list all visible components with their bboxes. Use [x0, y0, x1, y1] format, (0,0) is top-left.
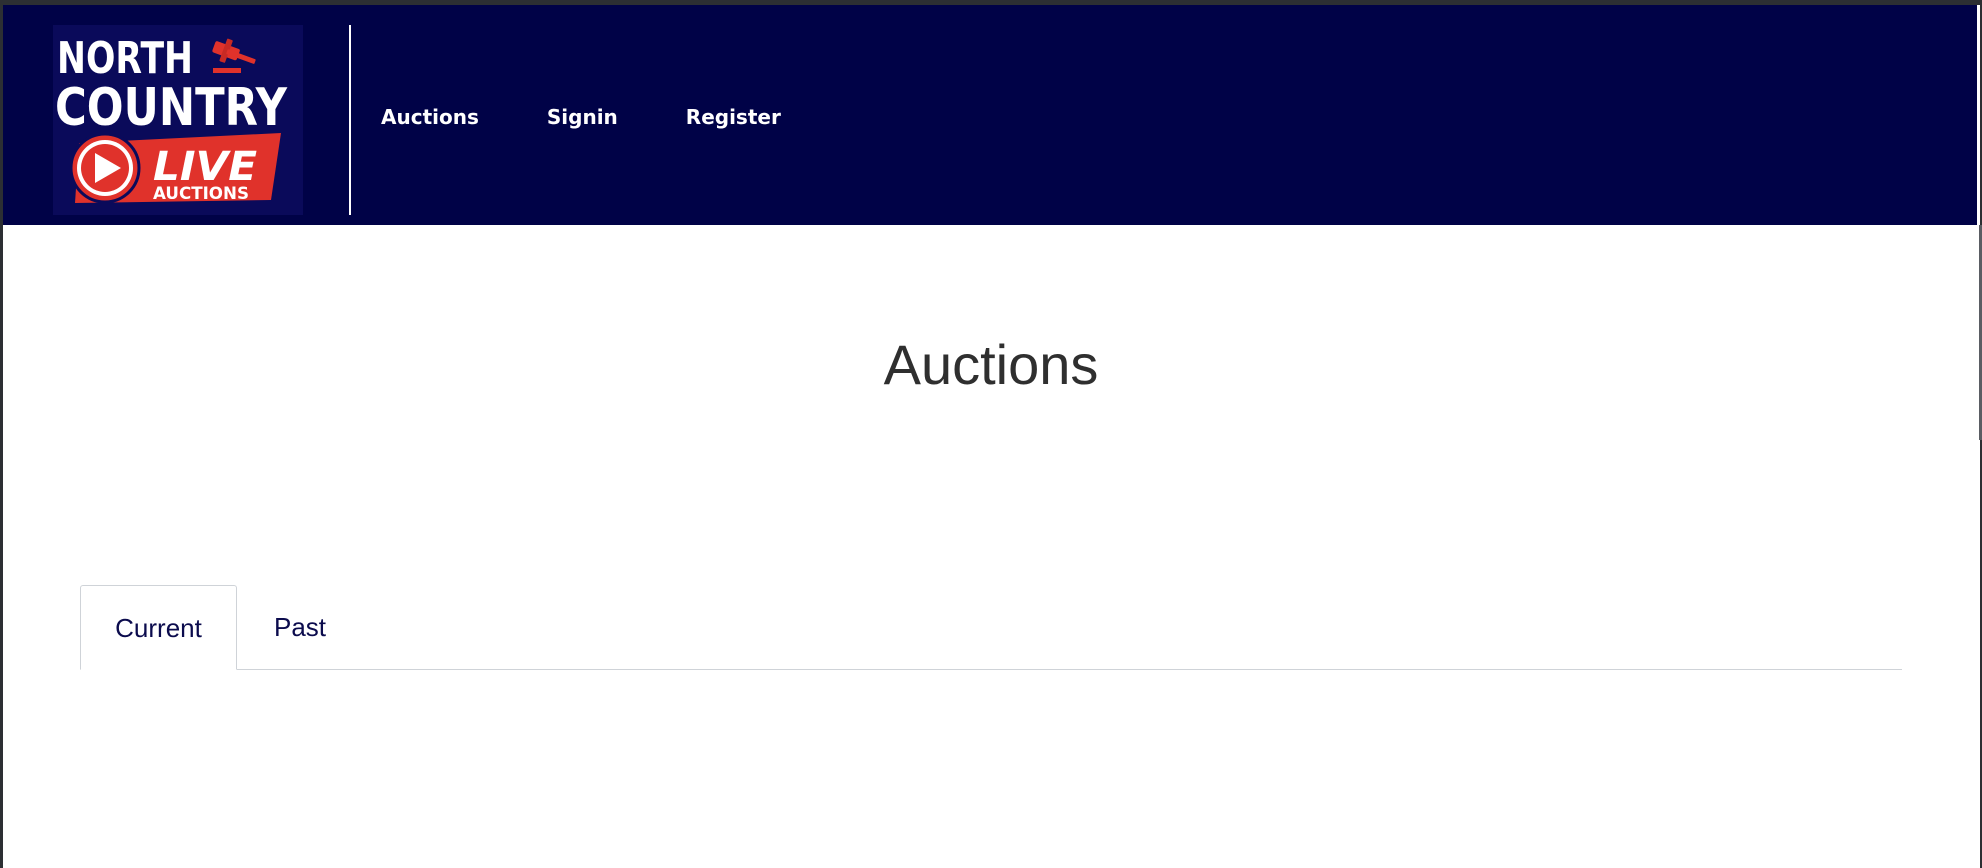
- nav-link-signin[interactable]: Signin: [547, 105, 618, 129]
- svg-text:AUCTIONS: AUCTIONS: [153, 184, 249, 204]
- svg-text:NORTH: NORTH: [57, 33, 193, 84]
- top-navbar: NORTH COUNTRY LIVE AUCTIONS Auctions Sig…: [3, 5, 1977, 225]
- auction-tabs: Current Past: [80, 585, 1902, 670]
- main-nav: Auctions Signin Register: [381, 105, 781, 129]
- svg-text:COUNTRY: COUNTRY: [55, 78, 288, 138]
- nav-link-register[interactable]: Register: [686, 105, 781, 129]
- tab-current[interactable]: Current: [80, 585, 237, 670]
- page-title: Auctions: [883, 333, 1099, 396]
- north-country-live-auctions-logo[interactable]: NORTH COUNTRY LIVE AUCTIONS: [53, 25, 303, 215]
- browser-viewport: NORTH COUNTRY LIVE AUCTIONS Auctions Sig…: [0, 0, 1982, 868]
- nav-link-auctions[interactable]: Auctions: [381, 105, 479, 129]
- nav-divider: [349, 25, 351, 215]
- tab-past[interactable]: Past: [274, 585, 326, 669]
